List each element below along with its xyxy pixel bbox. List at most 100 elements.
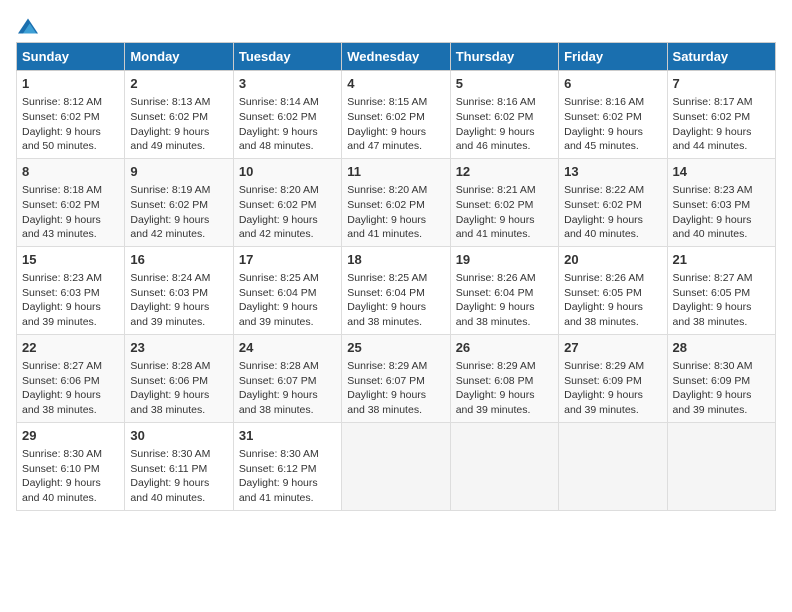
day-number: 25 xyxy=(347,339,444,357)
calendar-cell xyxy=(342,422,450,510)
day-number: 7 xyxy=(673,75,770,93)
day-info: Sunrise: 8:13 AMSunset: 6:02 PMDaylight:… xyxy=(130,95,227,154)
day-number: 10 xyxy=(239,163,336,181)
day-info: Sunrise: 8:20 AMSunset: 6:02 PMDaylight:… xyxy=(239,183,336,242)
day-number: 2 xyxy=(130,75,227,93)
calendar-cell: 17 Sunrise: 8:25 AMSunset: 6:04 PMDayligh… xyxy=(233,246,341,334)
weekday-header-sunday: Sunday xyxy=(17,43,125,71)
day-info: Sunrise: 8:12 AMSunset: 6:02 PMDaylight:… xyxy=(22,95,119,154)
calendar-cell: 21 Sunrise: 8:27 AMSunset: 6:05 PMDayligh… xyxy=(667,246,775,334)
calendar-cell: 25 Sunrise: 8:29 AMSunset: 6:07 PMDayligh… xyxy=(342,334,450,422)
day-number: 15 xyxy=(22,251,119,269)
day-number: 1 xyxy=(22,75,119,93)
logo xyxy=(16,16,38,32)
calendar-cell: 10 Sunrise: 8:20 AMSunset: 6:02 PMDayligh… xyxy=(233,158,341,246)
day-number: 27 xyxy=(564,339,661,357)
weekday-header-wednesday: Wednesday xyxy=(342,43,450,71)
day-number: 18 xyxy=(347,251,444,269)
day-number: 6 xyxy=(564,75,661,93)
calendar-cell: 19 Sunrise: 8:26 AMSunset: 6:04 PMDayligh… xyxy=(450,246,558,334)
day-info: Sunrise: 8:19 AMSunset: 6:02 PMDaylight:… xyxy=(130,183,227,242)
calendar-cell: 1 Sunrise: 8:12 AMSunset: 6:02 PMDaylight… xyxy=(17,71,125,159)
day-number: 20 xyxy=(564,251,661,269)
calendar-cell: 11 Sunrise: 8:20 AMSunset: 6:02 PMDayligh… xyxy=(342,158,450,246)
calendar-table: SundayMondayTuesdayWednesdayThursdayFrid… xyxy=(16,42,776,511)
weekday-header-friday: Friday xyxy=(559,43,667,71)
calendar-week-row: 22 Sunrise: 8:27 AMSunset: 6:06 PMDayligh… xyxy=(17,334,776,422)
day-info: Sunrise: 8:30 AMSunset: 6:09 PMDaylight:… xyxy=(673,359,770,418)
calendar-cell: 3 Sunrise: 8:14 AMSunset: 6:02 PMDaylight… xyxy=(233,71,341,159)
day-info: Sunrise: 8:18 AMSunset: 6:02 PMDaylight:… xyxy=(22,183,119,242)
day-number: 31 xyxy=(239,427,336,445)
day-number: 12 xyxy=(456,163,553,181)
calendar-week-row: 15 Sunrise: 8:23 AMSunset: 6:03 PMDayligh… xyxy=(17,246,776,334)
day-number: 28 xyxy=(673,339,770,357)
calendar-cell: 31Sunrise: 8:30 AMSunset: 6:12 PMDayligh… xyxy=(233,422,341,510)
day-info: Sunrise: 8:15 AMSunset: 6:02 PMDaylight:… xyxy=(347,95,444,154)
day-number: 19 xyxy=(456,251,553,269)
day-info: Sunrise: 8:25 AMSunset: 6:04 PMDaylight:… xyxy=(347,271,444,330)
calendar-cell: 8 Sunrise: 8:18 AMSunset: 6:02 PMDaylight… xyxy=(17,158,125,246)
day-info: Sunrise: 8:23 AMSunset: 6:03 PMDaylight:… xyxy=(673,183,770,242)
calendar-cell: 28 Sunrise: 8:30 AMSunset: 6:09 PMDayligh… xyxy=(667,334,775,422)
calendar-week-row: 29 Sunrise: 8:30 AMSunset: 6:10 PMDayligh… xyxy=(17,422,776,510)
calendar-cell: 16 Sunrise: 8:24 AMSunset: 6:03 PMDayligh… xyxy=(125,246,233,334)
day-info: Sunrise: 8:16 AMSunset: 6:02 PMDaylight:… xyxy=(564,95,661,154)
day-info: Sunrise: 8:29 AMSunset: 6:07 PMDaylight:… xyxy=(347,359,444,418)
day-number: 13 xyxy=(564,163,661,181)
day-number: 16 xyxy=(130,251,227,269)
calendar-cell: 23 Sunrise: 8:28 AMSunset: 6:06 PMDayligh… xyxy=(125,334,233,422)
day-info: Sunrise: 8:27 AMSunset: 6:05 PMDaylight:… xyxy=(673,271,770,330)
day-number: 17 xyxy=(239,251,336,269)
day-info: Sunrise: 8:26 AMSunset: 6:05 PMDaylight:… xyxy=(564,271,661,330)
calendar-cell: 29 Sunrise: 8:30 AMSunset: 6:10 PMDayligh… xyxy=(17,422,125,510)
calendar-cell xyxy=(450,422,558,510)
calendar-cell xyxy=(667,422,775,510)
day-number: 3 xyxy=(239,75,336,93)
day-number: 8 xyxy=(22,163,119,181)
day-number: 24 xyxy=(239,339,336,357)
logo-icon xyxy=(18,16,38,36)
page-header xyxy=(16,16,776,32)
day-number: 14 xyxy=(673,163,770,181)
day-info: Sunrise: 8:14 AMSunset: 6:02 PMDaylight:… xyxy=(239,95,336,154)
day-number: 22 xyxy=(22,339,119,357)
calendar-cell: 7 Sunrise: 8:17 AMSunset: 6:02 PMDaylight… xyxy=(667,71,775,159)
day-info: Sunrise: 8:20 AMSunset: 6:02 PMDaylight:… xyxy=(347,183,444,242)
calendar-cell: 24Sunrise: 8:28 AMSunset: 6:07 PMDayligh… xyxy=(233,334,341,422)
day-number: 5 xyxy=(456,75,553,93)
day-info: Sunrise: 8:21 AMSunset: 6:02 PMDaylight:… xyxy=(456,183,553,242)
day-info: Sunrise: 8:30 AMSunset: 6:11 PMDaylight:… xyxy=(130,447,227,506)
day-info: Sunrise: 8:28 AMSunset: 6:06 PMDaylight:… xyxy=(130,359,227,418)
day-number: 30 xyxy=(130,427,227,445)
weekday-header-tuesday: Tuesday xyxy=(233,43,341,71)
calendar-cell: 27Sunrise: 8:29 AMSunset: 6:09 PMDayligh… xyxy=(559,334,667,422)
calendar-header-row: SundayMondayTuesdayWednesdayThursdayFrid… xyxy=(17,43,776,71)
day-info: Sunrise: 8:23 AMSunset: 6:03 PMDaylight:… xyxy=(22,271,119,330)
day-info: Sunrise: 8:16 AMSunset: 6:02 PMDaylight:… xyxy=(456,95,553,154)
day-number: 11 xyxy=(347,163,444,181)
day-info: Sunrise: 8:27 AMSunset: 6:06 PMDaylight:… xyxy=(22,359,119,418)
calendar-cell: 18 Sunrise: 8:25 AMSunset: 6:04 PMDayligh… xyxy=(342,246,450,334)
calendar-cell: 2 Sunrise: 8:13 AMSunset: 6:02 PMDaylight… xyxy=(125,71,233,159)
calendar-cell: 30 Sunrise: 8:30 AMSunset: 6:11 PMDayligh… xyxy=(125,422,233,510)
calendar-cell: 12 Sunrise: 8:21 AMSunset: 6:02 PMDayligh… xyxy=(450,158,558,246)
weekday-header-saturday: Saturday xyxy=(667,43,775,71)
calendar-cell: 26Sunrise: 8:29 AMSunset: 6:08 PMDayligh… xyxy=(450,334,558,422)
calendar-cell: 6 Sunrise: 8:16 AMSunset: 6:02 PMDaylight… xyxy=(559,71,667,159)
day-info: Sunrise: 8:29 AMSunset: 6:08 PMDaylight:… xyxy=(456,359,553,418)
day-number: 23 xyxy=(130,339,227,357)
day-number: 21 xyxy=(673,251,770,269)
weekday-header-thursday: Thursday xyxy=(450,43,558,71)
calendar-cell: 20 Sunrise: 8:26 AMSunset: 6:05 PMDayligh… xyxy=(559,246,667,334)
day-number: 29 xyxy=(22,427,119,445)
day-info: Sunrise: 8:24 AMSunset: 6:03 PMDaylight:… xyxy=(130,271,227,330)
day-info: Sunrise: 8:17 AMSunset: 6:02 PMDaylight:… xyxy=(673,95,770,154)
calendar-week-row: 1 Sunrise: 8:12 AMSunset: 6:02 PMDaylight… xyxy=(17,71,776,159)
weekday-header-monday: Monday xyxy=(125,43,233,71)
day-info: Sunrise: 8:25 AMSunset: 6:04 PMDaylight:… xyxy=(239,271,336,330)
day-number: 9 xyxy=(130,163,227,181)
day-info: Sunrise: 8:26 AMSunset: 6:04 PMDaylight:… xyxy=(456,271,553,330)
calendar-cell: 5 Sunrise: 8:16 AMSunset: 6:02 PMDaylight… xyxy=(450,71,558,159)
day-info: Sunrise: 8:30 AMSunset: 6:10 PMDaylight:… xyxy=(22,447,119,506)
